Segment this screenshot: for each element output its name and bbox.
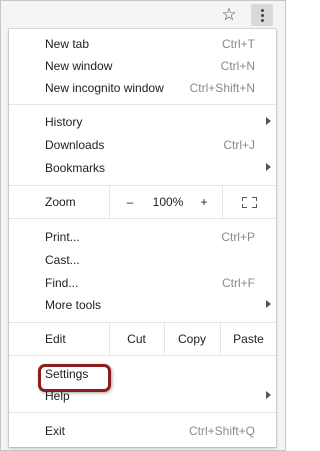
menu-item-new-tab[interactable]: New tab Ctrl+T	[9, 33, 276, 55]
menu-separator	[9, 355, 276, 356]
copy-label: Copy	[177, 332, 206, 346]
menu-item-shortcut: Ctrl+F	[222, 276, 255, 290]
zoom-in-button[interactable]: +	[191, 186, 217, 218]
submenu-arrow-icon	[266, 300, 271, 308]
submenu-arrow-icon	[266, 117, 271, 125]
menu-item-label: New incognito window	[45, 81, 164, 95]
menu-item-bookmarks[interactable]: Bookmarks	[9, 157, 276, 179]
edit-label: Edit	[45, 332, 66, 346]
menu-item-label: Settings	[45, 367, 89, 381]
menu-item-label: Exit	[45, 424, 66, 438]
submenu-arrow-icon	[266, 391, 271, 399]
chrome-main-menu: New tab Ctrl+T New window Ctrl+N New inc…	[9, 29, 276, 447]
menu-item-label: Cast...	[45, 253, 80, 267]
menu-item-new-incognito-window[interactable]: New incognito window Ctrl+Shift+N	[9, 77, 276, 99]
menu-item-find[interactable]: Find... Ctrl+F	[9, 272, 276, 294]
menu-item-shortcut: Ctrl+J	[223, 138, 255, 152]
menu-item-label: Downloads	[45, 138, 105, 152]
zoom-in-label: +	[200, 195, 208, 209]
more-vert-icon[interactable]	[251, 4, 273, 26]
zoom-level: 100%	[143, 186, 193, 218]
menu-item-print[interactable]: Print... Ctrl+P	[9, 226, 276, 248]
menu-separator	[9, 218, 276, 219]
menu-item-label: Find...	[45, 276, 79, 290]
fullscreen-icon	[242, 196, 257, 208]
fullscreen-button[interactable]	[223, 186, 276, 218]
menu-item-new-window[interactable]: New window Ctrl+N	[9, 55, 276, 77]
menu-item-settings[interactable]: Settings	[9, 363, 276, 385]
browser-frame: ☆ New tab Ctrl+T New window Ctrl+N New i…	[0, 0, 286, 451]
menu-item-label: New window	[45, 59, 113, 73]
menu-item-downloads[interactable]: Downloads Ctrl+J	[9, 134, 276, 156]
menu-item-shortcut: Ctrl+Shift+N	[189, 81, 255, 95]
menu-separator	[9, 412, 276, 413]
copy-button[interactable]: Copy	[165, 323, 219, 355]
zoom-divider	[109, 186, 110, 218]
paste-label: Paste	[233, 332, 264, 346]
zoom-label: Zoom	[45, 195, 76, 209]
paste-button[interactable]: Paste	[221, 323, 276, 355]
menu-item-history[interactable]: History	[9, 111, 276, 133]
zoom-row: Zoom – 100% +	[9, 186, 276, 218]
menu-item-label: History	[45, 115, 83, 129]
menu-item-more-tools[interactable]: More tools	[9, 294, 276, 316]
menu-separator	[9, 104, 276, 105]
zoom-out-label: –	[126, 195, 134, 209]
menu-item-help[interactable]: Help	[9, 385, 276, 407]
zoom-level-value: 100%	[152, 195, 184, 209]
menu-item-label: Bookmarks	[45, 161, 106, 175]
cut-label: Cut	[127, 332, 146, 346]
menu-item-label: New tab	[45, 37, 90, 51]
menu-item-label: Print...	[45, 230, 80, 244]
browser-toolbar: ☆	[1, 1, 285, 29]
star-icon[interactable]: ☆	[219, 5, 239, 25]
cut-button[interactable]: Cut	[110, 323, 163, 355]
edit-row: Edit Cut Copy Paste	[9, 323, 276, 355]
zoom-out-button[interactable]: –	[117, 186, 143, 218]
menu-item-shortcut: Ctrl+N	[220, 59, 255, 73]
menu-item-shortcut: Ctrl+Shift+Q	[188, 424, 255, 438]
menu-item-label: More tools	[45, 298, 102, 312]
menu-item-shortcut: Ctrl+P	[221, 230, 255, 244]
menu-item-cast[interactable]: Cast...	[9, 249, 276, 271]
submenu-arrow-icon	[266, 163, 271, 171]
menu-item-label: Help	[45, 389, 70, 403]
menu-item-shortcut: Ctrl+T	[222, 37, 255, 51]
menu-item-exit[interactable]: Exit Ctrl+Shift+Q	[9, 420, 276, 442]
